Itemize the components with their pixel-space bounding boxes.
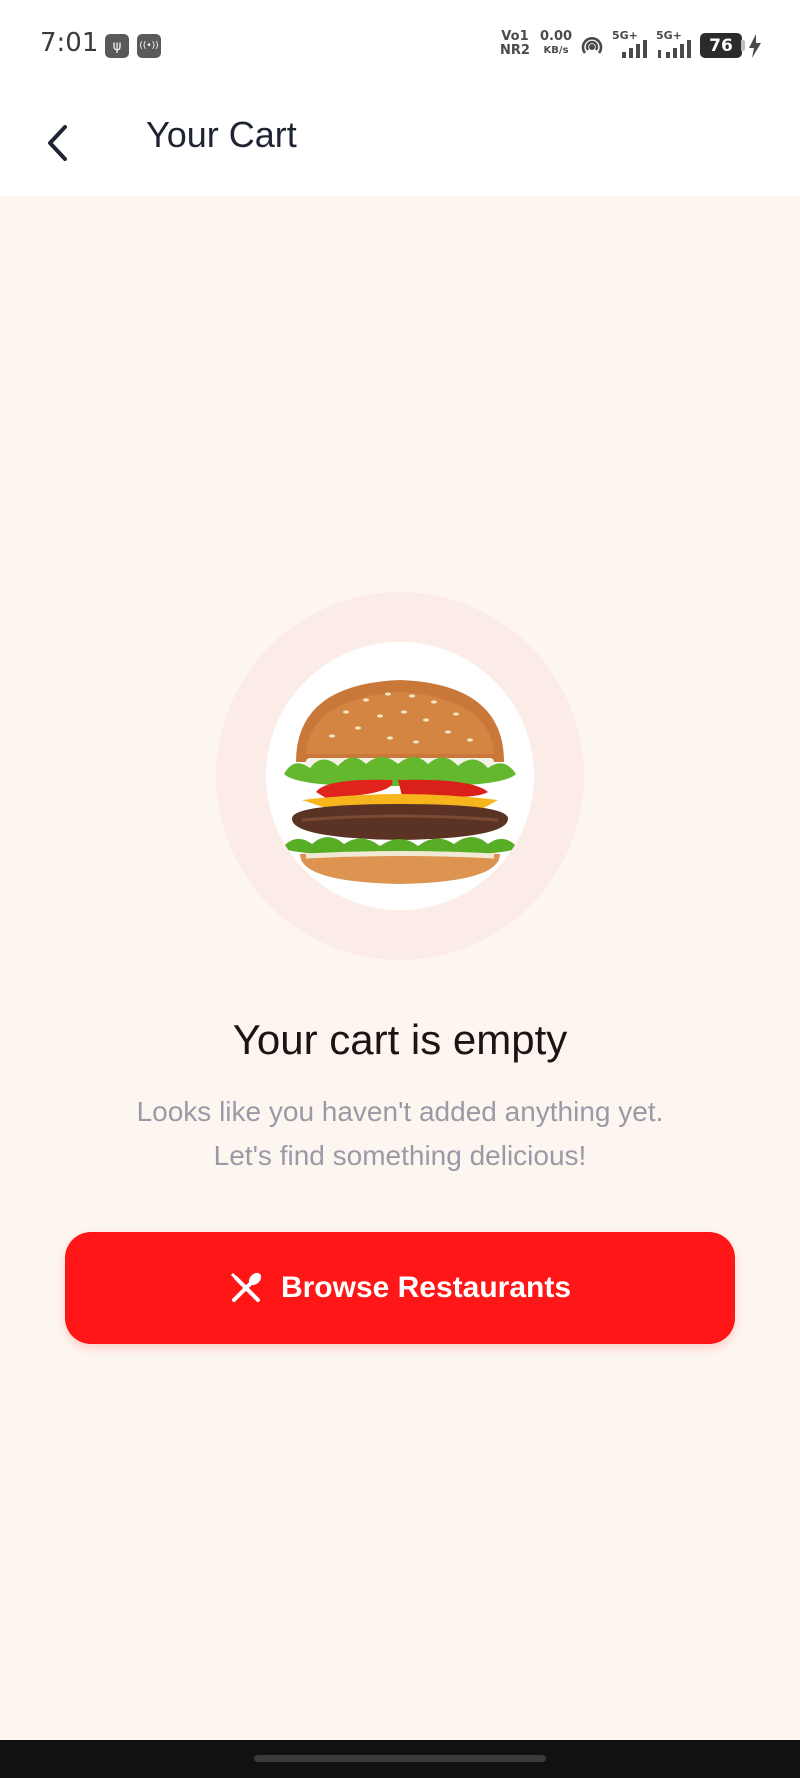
empty-cart-screen: Your cart is empty Looks like you haven'… — [0, 196, 800, 1740]
app-header: Your Cart — [0, 92, 800, 196]
svg-text:5G+: 5G+ — [612, 29, 638, 42]
browse-restaurants-label: Browse Restaurants — [280, 1271, 572, 1304]
status-time: 7:01 — [40, 28, 99, 58]
gesture-handle[interactable] — [254, 1755, 546, 1762]
burger-image-frame — [266, 642, 534, 910]
network-speed: 0.00 KB/s — [540, 29, 573, 57]
browse-restaurants-button[interactable]: Browse Restaurants — [65, 1232, 735, 1344]
battery-tip — [741, 40, 745, 51]
signal-icon-sim1: 5G+ — [612, 29, 647, 58]
page-title: Your Cart — [146, 114, 297, 155]
hotspot-notification-icon: ((•)) — [137, 34, 161, 58]
battery-indicator: 76 — [700, 33, 742, 58]
system-nav-bar — [0, 1740, 800, 1778]
signal-icon-sim2: 5G+ — [656, 29, 691, 58]
burger-image — [282, 680, 518, 884]
status-bar: 7:01 ψ ((•)) Vo1 NR2 0.00 KB/s 5G+ 5G+ 7… — [0, 0, 800, 92]
back-button[interactable] — [36, 118, 80, 168]
charging-bolt-icon — [749, 34, 761, 58]
empty-cart-title: Your cart is empty — [232, 1016, 568, 1063]
usb-icon: ψ — [105, 34, 129, 58]
svg-text:5G+: 5G+ — [656, 29, 682, 42]
hotspot-icon — [581, 37, 603, 54]
empty-cart-subtitle: Looks like you haven't added anything ye… — [60, 1090, 740, 1178]
utensils-icon — [230, 1272, 262, 1302]
volte-indicator: Vo1 NR2 — [500, 29, 530, 58]
empty-cart-subtitle-line2: Let's find something delicious! — [213, 1140, 587, 1171]
chevron-left-icon — [48, 125, 67, 161]
empty-cart-subtitle-line1: Looks like you haven't added anything ye… — [136, 1096, 664, 1127]
